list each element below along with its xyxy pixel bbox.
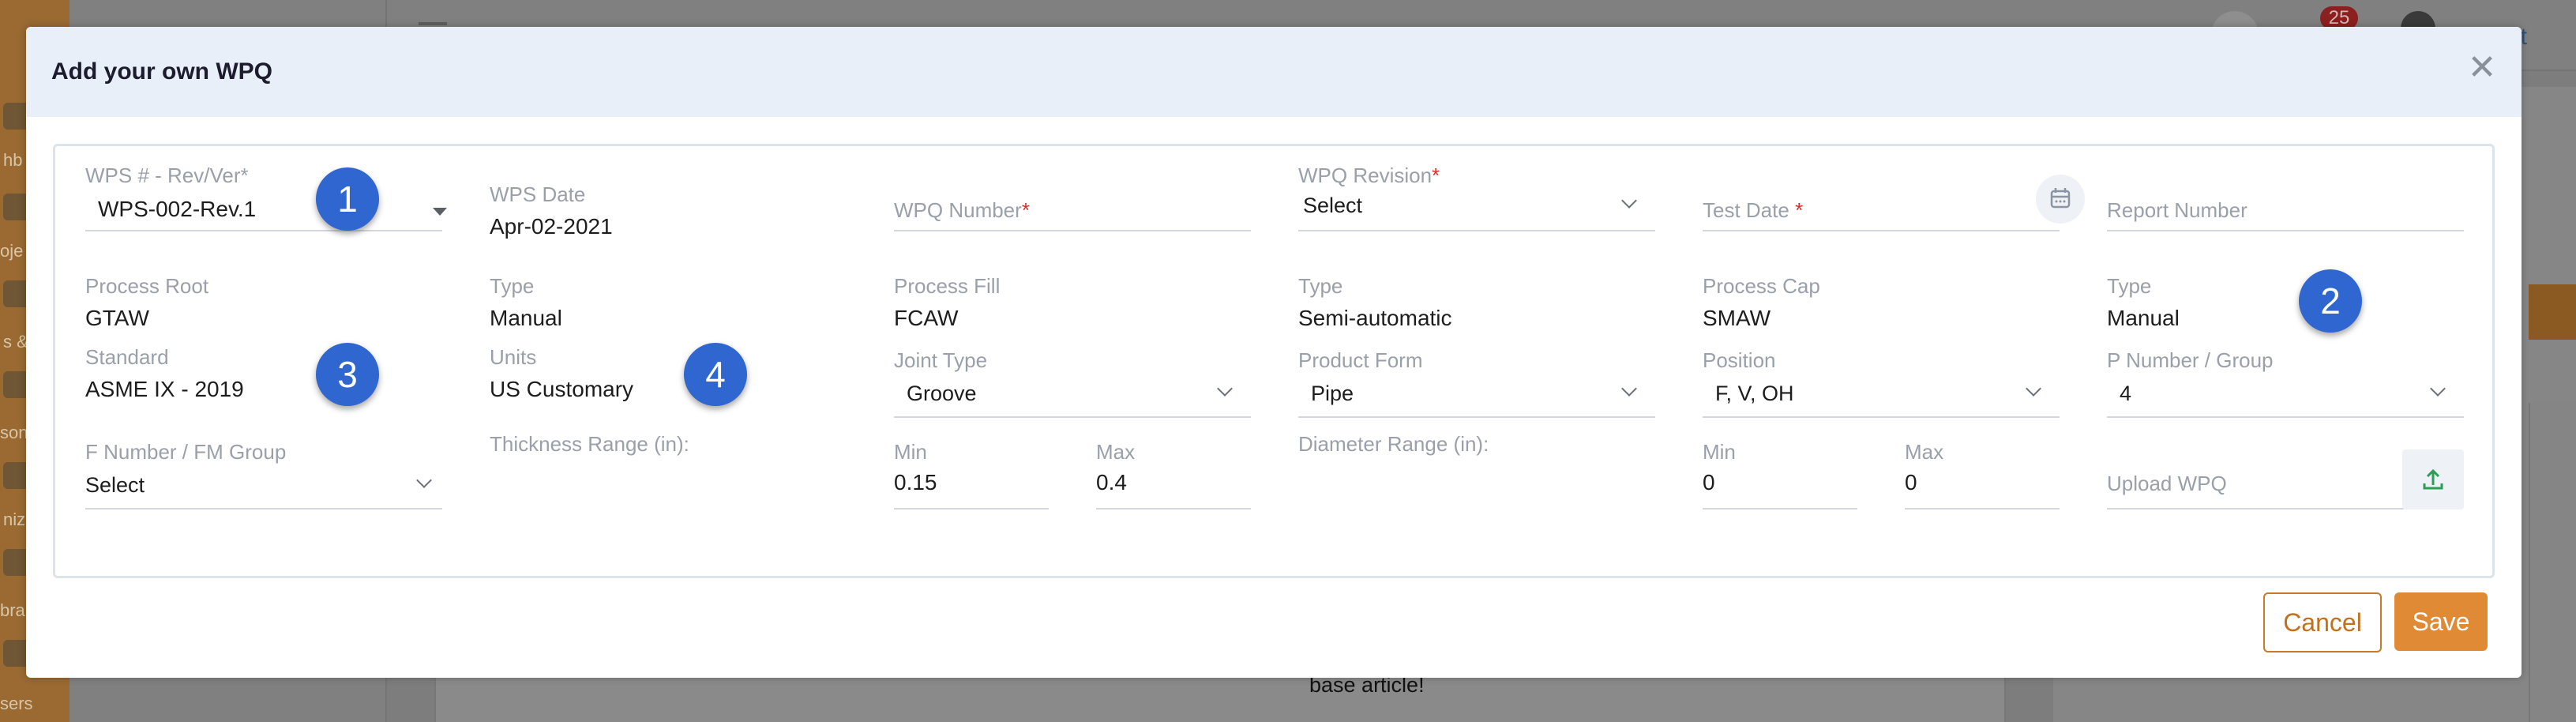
chevron-down-icon[interactable] xyxy=(1217,381,1233,397)
process-fill-value: FCAW xyxy=(894,306,959,330)
process-root-label: Process Root xyxy=(85,274,209,298)
annotation-badge: 3 xyxy=(316,343,379,406)
annotation-badge: 1 xyxy=(316,167,379,231)
save-button[interactable]: Save xyxy=(2394,592,2488,651)
cancel-button[interactable]: Cancel xyxy=(2263,592,2382,652)
modal-title: Add your own WPQ xyxy=(51,58,272,85)
p-number-select[interactable]: 4 xyxy=(2120,382,2131,406)
wps-label: WPS # - Rev/Ver* xyxy=(85,164,249,187)
chevron-down-icon[interactable] xyxy=(416,472,432,488)
wpq-number-field[interactable]: WPQ Number* xyxy=(894,198,1030,223)
position-select[interactable]: F, V, OH xyxy=(1715,382,1794,406)
type-label: Type xyxy=(490,274,535,298)
sidebar-label: sers xyxy=(0,694,33,713)
product-form-select[interactable]: Pipe xyxy=(1311,382,1354,406)
wpq-form: WPS # - Rev/Ver* WPS-002-Rev.1 WPS Date … xyxy=(53,144,2495,578)
joint-type-underline xyxy=(894,416,1251,418)
wpq-revision-select[interactable]: Select xyxy=(1303,194,1362,218)
upload-icon[interactable] xyxy=(2402,449,2464,510)
units-label: Units xyxy=(490,345,537,369)
wps-select-underline xyxy=(85,230,442,231)
diameter-max-label: Max xyxy=(1905,440,1944,464)
units-value: US Customary xyxy=(490,377,634,401)
wpq-number-underline xyxy=(894,230,1251,231)
annotation-badge: 2 xyxy=(2299,269,2362,333)
thickness-max-underline xyxy=(1096,508,1251,510)
upload-wpq-field[interactable]: Upload WPQ xyxy=(2107,472,2227,496)
chevron-down-icon[interactable] xyxy=(2026,381,2041,397)
right-panel-button[interactable] xyxy=(2529,284,2576,340)
add-wpq-modal: Add your own WPQ ✕ WPS # - Rev/Ver* WPS-… xyxy=(26,27,2522,678)
thickness-min-underline xyxy=(894,508,1049,510)
product-form-underline xyxy=(1298,416,1655,418)
calendar-icon[interactable] xyxy=(2036,175,2085,224)
close-icon[interactable]: ✕ xyxy=(2466,51,2498,85)
type-label: Type xyxy=(2107,274,2152,298)
f-number-label: F Number / FM Group xyxy=(85,440,287,464)
position-label: Position xyxy=(1703,348,1776,372)
joint-type-label: Joint Type xyxy=(894,348,988,372)
thickness-range-label: Thickness Range (in): xyxy=(490,432,689,456)
wpq-revision-underline xyxy=(1298,230,1655,231)
thickness-min-label: Min xyxy=(894,440,927,464)
process-fill-label: Process Fill xyxy=(894,274,1001,298)
diameter-min-underline xyxy=(1703,508,1857,510)
type-value: Semi-automatic xyxy=(1298,306,1452,330)
thickness-min-input[interactable]: 0.15 xyxy=(894,470,937,495)
standard-value: ASME IX - 2019 xyxy=(85,377,244,401)
chevron-down-icon[interactable] xyxy=(2430,381,2446,397)
annotation-badge: 4 xyxy=(684,343,747,406)
diameter-max-underline xyxy=(1905,508,2060,510)
wps-select-value[interactable]: WPS-002-Rev.1 xyxy=(98,197,256,222)
type-value: Manual xyxy=(2107,306,2180,330)
test-date-underline xyxy=(1703,230,2060,231)
wps-date-value: Apr-02-2021 xyxy=(490,214,613,239)
p-number-underline xyxy=(2107,416,2464,418)
process-root-value: GTAW xyxy=(85,306,149,330)
f-number-select[interactable]: Select xyxy=(85,473,145,498)
report-number-underline xyxy=(2107,230,2464,231)
p-number-label: P Number / Group xyxy=(2107,348,2274,372)
joint-type-select[interactable]: Groove xyxy=(907,382,977,406)
chevron-down-icon[interactable] xyxy=(1621,193,1637,209)
process-cap-value: SMAW xyxy=(1703,306,1771,330)
diameter-min-label: Min xyxy=(1703,440,1736,464)
diameter-max-input[interactable]: 0 xyxy=(1905,470,1917,495)
test-date-field[interactable]: Test Date * xyxy=(1703,198,1803,223)
thickness-max-label: Max xyxy=(1096,440,1136,464)
caret-down-icon[interactable] xyxy=(433,208,447,216)
product-form-label: Product Form xyxy=(1298,348,1423,372)
diameter-range-label: Diameter Range (in): xyxy=(1298,432,1489,456)
process-cap-label: Process Cap xyxy=(1703,274,1820,298)
f-number-underline xyxy=(85,508,442,510)
type-value: Manual xyxy=(490,306,562,330)
position-underline xyxy=(1703,416,2060,418)
standard-label: Standard xyxy=(85,345,169,369)
type-label: Type xyxy=(1298,274,1343,298)
wpq-revision-label: WPQ Revision* xyxy=(1298,164,1440,187)
thickness-max-input[interactable]: 0.4 xyxy=(1096,470,1127,495)
wps-date-label: WPS Date xyxy=(490,182,586,206)
report-number-field[interactable]: Report Number xyxy=(2107,198,2247,223)
upload-wpq-underline xyxy=(2107,508,2404,510)
right-panel-card xyxy=(2529,403,2576,722)
diameter-min-input[interactable]: 0 xyxy=(1703,470,1715,495)
chevron-down-icon[interactable] xyxy=(1621,381,1637,397)
modal-header: Add your own WPQ ✕ xyxy=(26,27,2522,117)
